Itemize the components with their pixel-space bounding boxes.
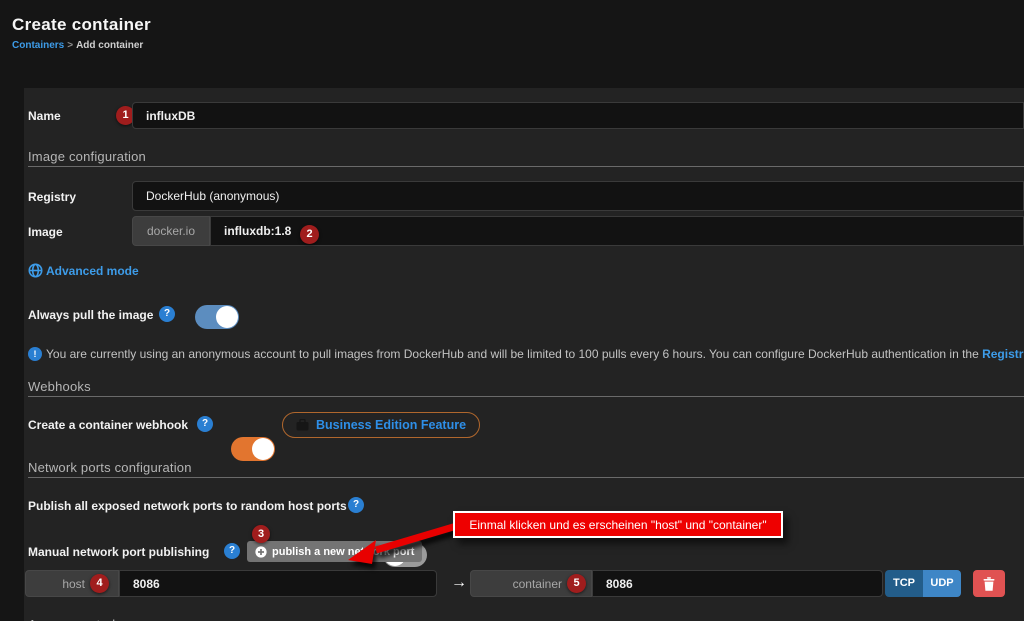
host-port-prepend-label: host [62, 577, 85, 591]
delete-port-mapping-button[interactable] [973, 570, 1005, 597]
host-port-input[interactable]: 8086 [119, 570, 437, 597]
annotation-badge-4: 4 [90, 574, 109, 593]
section-divider [28, 166, 1024, 167]
briefcase-icon [296, 419, 309, 431]
registry-label: Registry [28, 190, 76, 204]
image-registry-prefix: docker.io [132, 216, 210, 246]
container-port-input[interactable]: 8086 [592, 570, 883, 597]
toggle-knob [216, 306, 238, 328]
always-pull-toggle[interactable] [195, 305, 239, 329]
access-control-heading: Access control [28, 617, 115, 621]
create-webhook-label: Create a container webhook [28, 418, 188, 432]
help-icon[interactable]: ? [224, 543, 240, 559]
create-webhook-toggle[interactable] [231, 437, 275, 461]
page-title: Create container [12, 15, 151, 35]
registry-select[interactable]: DockerHub (anonymous) [132, 181, 1024, 211]
trash-icon [983, 577, 995, 591]
globe-icon [28, 263, 43, 283]
network-ports-heading: Network ports configuration [28, 460, 192, 475]
help-icon[interactable]: ? [197, 416, 213, 432]
section-divider [28, 477, 1024, 478]
create-container-page: Create container Containers>Add containe… [0, 0, 1024, 621]
business-edition-feature-badge[interactable]: Business Edition Feature [282, 412, 480, 438]
always-pull-label: Always pull the image [28, 308, 153, 322]
image-configuration-heading: Image configuration [28, 149, 146, 164]
registries-link[interactable]: Registries [982, 347, 1024, 361]
breadcrumb: Containers>Add container [12, 40, 143, 51]
annotation-badge-3: 3 [252, 525, 270, 543]
tcp-button[interactable]: TCP [885, 570, 923, 597]
container-port-prepend-label: container [513, 577, 562, 591]
container-port-prepend: container 5 [470, 570, 592, 597]
udp-button[interactable]: UDP [923, 570, 961, 597]
advanced-mode-link[interactable]: Advanced mode [46, 264, 139, 278]
anonymous-pull-notice: You are currently using an anonymous acc… [46, 347, 1024, 361]
publish-network-port-button[interactable]: publish a new network port [247, 541, 422, 562]
notice-text: You are currently using an anonymous acc… [46, 347, 982, 361]
help-icon[interactable]: ? [159, 306, 175, 322]
info-icon: ! [28, 347, 42, 361]
business-edition-feature-label: Business Edition Feature [316, 418, 466, 432]
name-label: Name [28, 109, 61, 123]
breadcrumb-separator: > [67, 40, 73, 51]
publish-all-ports-label: Publish all exposed network ports to ran… [28, 499, 347, 513]
plus-circle-icon [255, 546, 267, 558]
webhooks-heading: Webhooks [28, 379, 91, 394]
annotation-badge-5: 5 [567, 574, 586, 593]
help-icon[interactable]: ? [348, 497, 364, 513]
breadcrumb-containers-link[interactable]: Containers [12, 40, 64, 51]
host-port-prepend: host 4 [25, 570, 119, 597]
toggle-knob [252, 438, 274, 460]
section-divider [28, 396, 1024, 397]
manual-port-publishing-label: Manual network port publishing [28, 545, 209, 559]
image-label: Image [28, 225, 63, 239]
name-input[interactable]: influxDB [132, 102, 1024, 129]
breadcrumb-current: Add container [76, 40, 143, 51]
annotation-callout: Einmal klicken und es erscheinen "host" … [453, 511, 783, 538]
create-container-form-card: Name 1 influxDB Image configuration Regi… [24, 88, 1024, 621]
publish-network-port-label: publish a new network port [272, 546, 414, 558]
image-input[interactable]: influxdb:1.8 [210, 216, 1024, 246]
annotation-badge-2: 2 [300, 225, 319, 244]
